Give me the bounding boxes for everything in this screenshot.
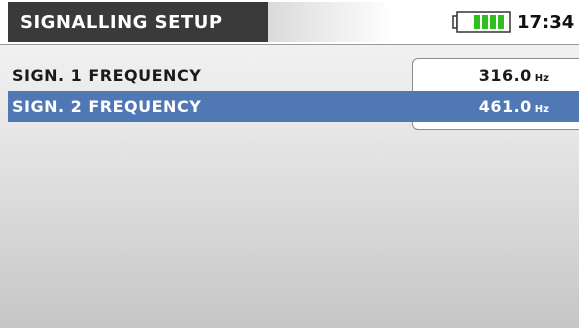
setting-value-sign1-frequency[interactable]: 316.0 Hz (479, 66, 549, 85)
value-number: 316.0 (478, 66, 532, 85)
clock: 17:34 (517, 11, 575, 33)
header-divider (0, 44, 579, 45)
setting-value-sign2-frequency[interactable]: 461.0 Hz (479, 97, 549, 116)
top-bar: SIGNALLING SETUP 17:34 (0, 0, 579, 44)
value-unit: Hz (534, 73, 549, 84)
value-number: 461.0 (478, 97, 532, 116)
value-unit: Hz (534, 104, 549, 115)
setting-label: SIGN. 2 FREQUENCY (12, 97, 202, 116)
setting-label: SIGN. 1 FREQUENCY (12, 66, 202, 85)
battery-full-icon (452, 11, 511, 33)
page-title: SIGNALLING SETUP (8, 2, 268, 42)
signalling-setup-screen: SIGNALLING SETUP 17:34 SIGN. 1 FREQUENCY… (0, 0, 579, 328)
